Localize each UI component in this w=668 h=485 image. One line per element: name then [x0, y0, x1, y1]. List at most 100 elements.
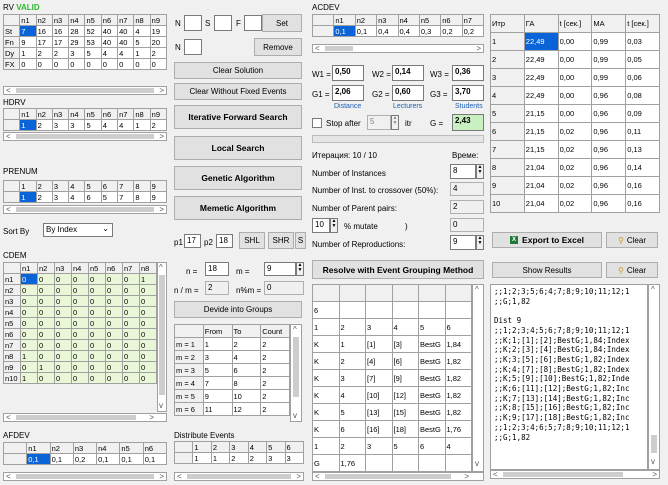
table-cell[interactable]: 1 [20, 350, 38, 362]
column-header[interactable]: n6 [100, 14, 119, 26]
table-cell[interactable]: 0 [88, 284, 106, 296]
table-cell[interactable]: 2 [260, 337, 290, 351]
export-excel-button[interactable]: X Export to Excel [492, 232, 602, 248]
table-cell[interactable]: [4] [365, 352, 393, 370]
column-header[interactable]: n1 [19, 14, 37, 26]
table-row[interactable]: m = 5 9 10 2 [174, 389, 290, 403]
stop-after-spinner[interactable]: ▲ ▼ [391, 115, 399, 130]
table-cell[interactable]: m = 1 [174, 337, 204, 351]
table-cell[interactable]: 0 [100, 58, 119, 70]
table-cell[interactable]: 0 [139, 372, 157, 384]
table-cell[interactable]: 1 [133, 47, 151, 59]
table-row[interactable]: n10 1 0 0 0 0 0 0 0 [3, 372, 157, 384]
groups-vscrollbar[interactable]: ^ v [290, 324, 302, 422]
table-cell[interactable]: K [312, 335, 340, 353]
column-header[interactable]: Итр [490, 14, 525, 33]
column-header[interactable]: n4 [68, 14, 86, 26]
column-header[interactable]: n7 [117, 14, 135, 26]
remove-button[interactable]: Remove [254, 38, 302, 56]
table-cell[interactable]: 0,02 [557, 194, 593, 213]
table-cell[interactable]: 0 [37, 328, 55, 340]
table-cell[interactable]: 5 [84, 47, 102, 59]
table-cell[interactable]: n10 [3, 372, 21, 384]
column-header[interactable]: From [202, 324, 233, 338]
table-row[interactable]: K 1 [1] [3] BestG 1,84 [312, 335, 472, 353]
table-cell[interactable] [365, 454, 393, 472]
table-cell[interactable]: n8 [3, 350, 21, 362]
column-header[interactable] [3, 262, 21, 274]
table-cell[interactable]: 0,14 [625, 158, 660, 177]
column-header[interactable]: 8 [133, 180, 151, 192]
table-cell[interactable]: 0 [20, 273, 38, 285]
table-cell[interactable] [444, 301, 472, 319]
table-cell[interactable]: 0,4 [376, 25, 399, 37]
table-cell[interactable]: G [312, 454, 340, 472]
column-header[interactable] [2, 108, 21, 120]
groups-table[interactable]: From To Count m = 1122m = 2342m = 3562m = 4… [174, 324, 290, 416]
table-cell[interactable]: 4 [231, 350, 262, 364]
column-header[interactable]: n4 [71, 262, 89, 274]
table-cell[interactable]: 2 [338, 352, 366, 370]
resolve-table[interactable]: 6 1 2 3 4 5 6 K 1 [1] [3] BestG 1,84 K 2 [4] [6] BestG 1,8… [312, 284, 472, 472]
column-header[interactable]: n6 [105, 262, 123, 274]
sort-select[interactable]: By Index ⌄ [43, 223, 113, 237]
table-cell[interactable]: 0 [54, 339, 72, 351]
instances-input[interactable]: 8 [450, 164, 476, 179]
table-cell[interactable]: 0 [68, 58, 86, 70]
table-cell[interactable]: 9 [19, 36, 37, 48]
acdev-scrollbar[interactable]: < > [312, 44, 484, 53]
table-cell[interactable]: 17 [35, 36, 53, 48]
column-header[interactable]: n3 [72, 442, 98, 454]
table-cell[interactable]: 5 [100, 191, 119, 203]
w1-input[interactable]: 0,50 [332, 65, 364, 81]
column-header[interactable]: n3 [51, 108, 70, 120]
table-cell[interactable]: 4 [68, 191, 86, 203]
table-cell[interactable]: 22,49 [523, 68, 559, 87]
table-cell[interactable]: 0 [122, 317, 140, 329]
table-row[interactable]: 123456 [173, 441, 305, 453]
table-cell[interactable]: 53 [84, 36, 102, 48]
table-cell[interactable]: n1 [3, 273, 21, 285]
table-row[interactable]: From To Count [174, 324, 290, 338]
memetic-algorithm-button[interactable]: Memetic Algorithm [174, 196, 302, 220]
table-cell[interactable]: 4 [490, 86, 525, 105]
clear-results-button[interactable]: ⚲ Clear [606, 232, 658, 248]
log-textarea[interactable]: ;;1;2;3;5;6;4;7;8;9;10;11;12;1 ;;G;1,82 … [490, 284, 648, 470]
table-cell[interactable]: 0 [54, 284, 72, 296]
stop-after-checkbox[interactable] [312, 118, 322, 128]
mutate-input[interactable]: 10 [312, 218, 330, 233]
column-header[interactable]: n3 [54, 262, 72, 274]
table-cell[interactable]: 0 [37, 284, 55, 296]
table-cell[interactable]: 0,00 [557, 32, 593, 51]
table-cell[interactable]: 1 [490, 32, 525, 51]
table-cell[interactable]: 2 [35, 119, 53, 131]
table-cell[interactable]: 21,04 [523, 176, 559, 195]
table-cell[interactable]: 0 [139, 295, 157, 307]
column-header[interactable]: n1 [333, 14, 356, 26]
table-cell[interactable]: [15] [391, 403, 419, 421]
table-cell[interactable]: 21,04 [523, 158, 559, 177]
table-cell[interactable]: 7 [490, 140, 525, 159]
table-cell[interactable]: 1,82 [444, 403, 472, 421]
table-row[interactable]: 7 21,15 0,02 0,96 0,13 [490, 140, 660, 159]
column-header[interactable] [2, 180, 21, 192]
table-row[interactable]: 6 21,15 0,02 0,96 0,11 [490, 122, 660, 141]
reproductions-spinner[interactable]: ▲ ▼ [476, 235, 484, 250]
column-header[interactable]: n1 [19, 108, 37, 120]
table-cell[interactable]: 22,49 [523, 86, 559, 105]
table-cell[interactable]: 0,08 [625, 86, 660, 105]
table-cell[interactable]: 0 [20, 284, 38, 296]
column-header[interactable]: n5 [418, 14, 442, 26]
n-input[interactable] [184, 15, 202, 31]
table-cell[interactable]: 0,96 [591, 104, 627, 123]
p1-input[interactable]: 17 [184, 234, 201, 248]
table-cell[interactable]: 0 [105, 328, 123, 340]
table-cell[interactable]: 0 [19, 58, 37, 70]
table-row[interactable]: Dy 1 2 2 3 5 4 4 1 2 [2, 47, 168, 59]
afdev-table[interactable]: n1 n2 n3 n4 n5 n6 0,1 0,1 0,2 0,1 0,1 0,1 [2, 442, 168, 465]
table-cell[interactable]: 0 [20, 295, 38, 307]
table-cell[interactable]: 0,02 [557, 158, 593, 177]
distribute-table[interactable]: 123456112233 [173, 441, 305, 464]
table-cell[interactable]: m = 2 [174, 350, 204, 364]
table-cell[interactable] [418, 301, 446, 319]
